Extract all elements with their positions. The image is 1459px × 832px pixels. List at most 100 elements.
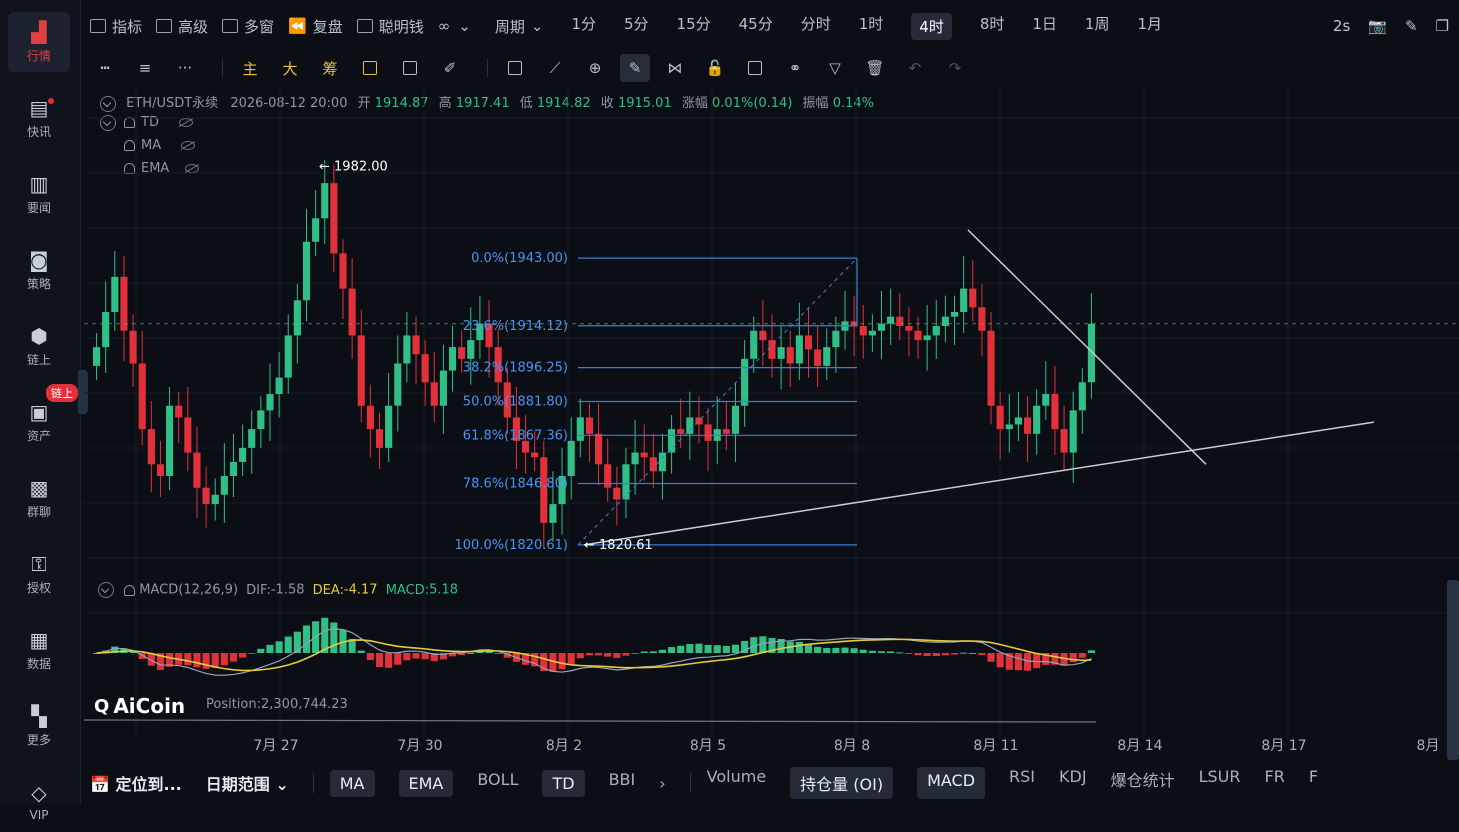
toolbar-item-multi-window[interactable]: 多窗 [222, 16, 274, 37]
sidebar-item-3[interactable]: ◙ 策略 [8, 240, 70, 300]
tab-持仓量oi[interactable]: 持仓量 (OI) [790, 767, 894, 799]
undo-tool[interactable]: ↶ [900, 54, 930, 82]
period-8时[interactable]: 8时 [980, 13, 1005, 40]
link-tool[interactable]: ⚭ [780, 54, 810, 82]
tab-rsi[interactable]: RSI [1009, 767, 1035, 799]
horizontal-line-tool[interactable]: ┅ [90, 54, 120, 82]
sidebar-item-6[interactable]: ▩ 群聊 [8, 468, 70, 528]
redo-icon: ↷ [948, 59, 962, 77]
magnet-tool[interactable]: ⋈ [660, 54, 690, 82]
toolbar-item-smart-money[interactable]: 聪明钱 [356, 16, 424, 37]
tab-爆仓统计[interactable]: 爆仓统计 [1111, 767, 1175, 799]
sidebar-item-10[interactable]: ◇ VIP [8, 772, 70, 832]
candle-body [293, 300, 301, 336]
date-range-dropdown[interactable]: 日期范围 ⌄ [206, 771, 289, 795]
candle-body [138, 363, 146, 430]
period-1分[interactable]: 1分 [571, 13, 596, 40]
macd-histogram-bar [704, 644, 712, 653]
toolbar-item-replay[interactable]: ⏪ 复盘 [288, 16, 343, 37]
candle-body [814, 349, 822, 366]
sidebar-item-4[interactable]: ⬢ 链上 [8, 316, 70, 376]
next-arrow-icon[interactable]: › [659, 774, 665, 793]
candle-body [458, 347, 466, 359]
period-分时[interactable]: 分时 [801, 13, 831, 40]
toolbar-item-advanced[interactable]: 高级 [156, 16, 208, 37]
tab-bbi[interactable]: BBI [609, 770, 636, 797]
pen-tool[interactable]: ✎ [620, 54, 650, 82]
window-restore-icon[interactable]: ❐ [1436, 17, 1449, 35]
main-tool[interactable]: 主 [235, 54, 265, 82]
zoom-tool[interactable]: ⊕ [580, 54, 610, 82]
period-45分[interactable]: 45分 [739, 13, 773, 40]
more-tool[interactable]: ··· [170, 54, 200, 82]
big-tool[interactable]: 大 [275, 54, 305, 82]
tab-ma[interactable]: MA [329, 769, 375, 797]
toolbar-item-indicators[interactable]: 指标 [90, 16, 142, 37]
period-4时[interactable]: 4时 [911, 12, 952, 40]
vertical-scrollbar[interactable] [1447, 580, 1459, 760]
lock-tool[interactable]: 🔓 [700, 54, 730, 82]
layers-tool[interactable] [500, 54, 530, 82]
macd-histogram-bar [220, 653, 228, 666]
period-5分[interactable]: 5分 [624, 13, 649, 40]
sidebar-item-8[interactable]: ▦ 数据 [8, 620, 70, 680]
toolbar-divider [487, 59, 488, 77]
tab-ema[interactable]: EMA [398, 769, 454, 797]
ruler-tool[interactable]: ⟋ [540, 54, 570, 82]
period-1时[interactable]: 1时 [859, 13, 884, 40]
macd-histogram-bar [677, 645, 685, 653]
macd-histogram-bar [257, 648, 265, 653]
pen-icon[interactable]: ✎ [1405, 17, 1418, 35]
dea-value: -4.17 [343, 582, 378, 598]
bottom-divider [312, 773, 314, 793]
sidebar-item-1[interactable]: ▤ 快讯 [8, 88, 70, 148]
tab-fr[interactable]: FR [1264, 767, 1284, 799]
edit-tool[interactable] [355, 54, 385, 82]
sub-indicator-tabs: Volume 持仓量 (OI) MACD RSI KDJ 爆仓统计 LSUR FR F [707, 767, 1342, 799]
tab-volume[interactable]: Volume [707, 767, 767, 799]
note-tool[interactable] [740, 54, 770, 82]
brush-tool[interactable]: ✐ [435, 54, 465, 82]
period-15分[interactable]: 15分 [677, 13, 711, 40]
tab-td[interactable]: TD [542, 769, 585, 797]
tab-kdj[interactable]: KDJ [1059, 767, 1087, 799]
period-1周[interactable]: 1周 [1085, 13, 1110, 40]
redo-tool[interactable]: ↷ [940, 54, 970, 82]
macd-histogram-bar [494, 653, 502, 654]
copy-tool[interactable] [395, 54, 425, 82]
tab-lsur[interactable]: LSUR [1199, 767, 1241, 799]
toolbar-item-glasses[interactable]: ∞ ⌄ [438, 17, 471, 35]
refresh-interval[interactable]: 2s [1333, 17, 1350, 35]
macd-histogram-bar [613, 653, 621, 658]
sidebar-item-2[interactable]: ▥ 要闻 [8, 164, 70, 224]
candle-body [129, 330, 137, 364]
period-1日[interactable]: 1日 [1032, 13, 1057, 40]
candle-body [823, 347, 831, 366]
sidebar-item-0[interactable]: ▟ 行情 [8, 12, 70, 72]
camera-icon[interactable]: 📷 [1368, 17, 1387, 35]
macd-histogram-bar [850, 648, 858, 653]
sidebar-item-9[interactable]: ▚ 更多 [8, 696, 70, 756]
tab-macd[interactable]: MACD [917, 767, 986, 799]
chips-tool[interactable]: 筹 [315, 54, 345, 82]
filter-tool[interactable]: ▽ [820, 54, 850, 82]
macd-value: 5.18 [429, 582, 459, 598]
candle-body [1033, 405, 1041, 434]
macd-histogram-bar [814, 646, 822, 653]
menu-tool[interactable]: ≡ [130, 54, 160, 82]
trash-tool[interactable]: 🗑 [860, 54, 890, 82]
macd-histogram-bar [293, 631, 301, 653]
collapse-macd-icon[interactable] [98, 582, 114, 598]
macd-histogram-bar [576, 653, 584, 659]
tab-f[interactable]: F [1309, 767, 1318, 799]
period-dropdown[interactable]: 周期 ⌄ [495, 16, 544, 37]
candle-body [357, 335, 365, 406]
sidebar-item-7[interactable]: ⚿ 授权 [8, 544, 70, 604]
price-chart[interactable]: 0.0%(1943.00) 23.6%(1914.12) 38.2%(1896.25… [84, 88, 1459, 758]
candle-body [750, 330, 758, 359]
locate-button[interactable]: 📅 定位到... [90, 771, 182, 795]
tab-boll[interactable]: BOLL [477, 770, 518, 797]
note-icon [748, 61, 762, 75]
logo-icon: Q [94, 695, 110, 717]
period-1月[interactable]: 1月 [1137, 13, 1162, 40]
